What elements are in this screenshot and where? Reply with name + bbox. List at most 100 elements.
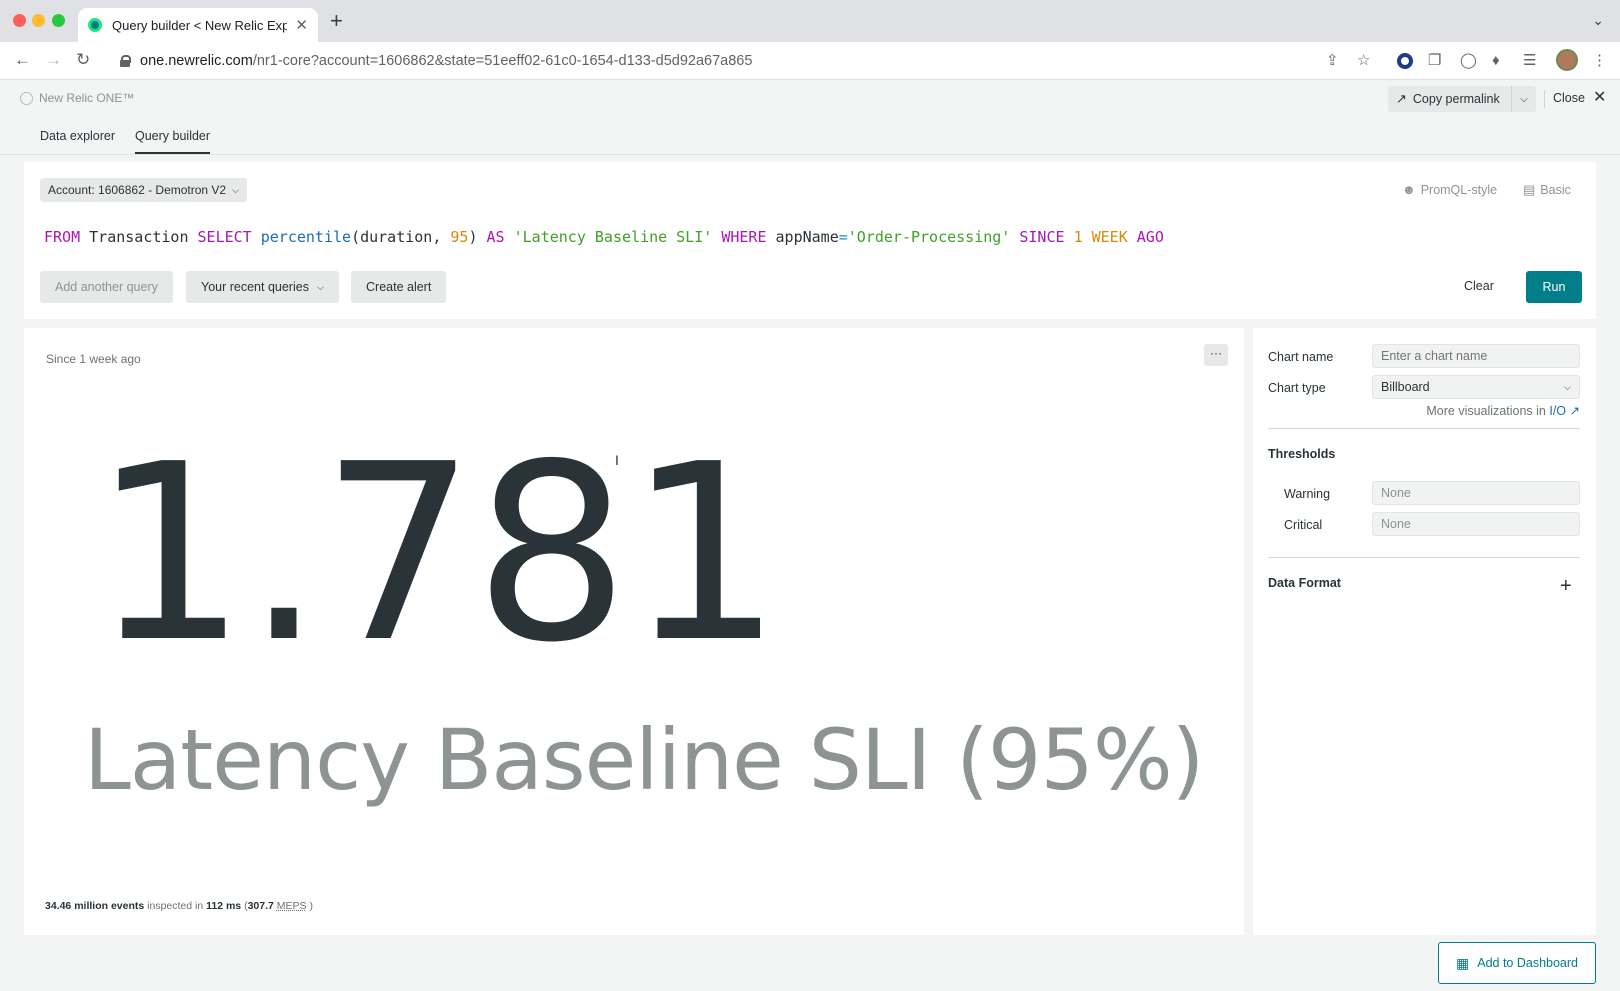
app-tabs: Data explorer Query builder — [0, 121, 1620, 155]
recent-queries-label: Your recent queries — [201, 280, 309, 294]
chart-type-value: Billboard — [1381, 380, 1430, 394]
chart-name-input[interactable] — [1372, 344, 1580, 368]
io-link[interactable]: I/O — [1549, 404, 1566, 418]
events-count: 34.46 million events — [45, 900, 145, 912]
reload-icon[interactable]: ↻ — [76, 50, 90, 70]
chart-name-label: Chart name — [1268, 350, 1334, 364]
newrelic-logo-icon — [20, 91, 33, 105]
promql-icon: ☻ — [1402, 182, 1416, 197]
query-panel: Account: 1606862 - Demotron V2 ⌵ ☻ PromQ… — [24, 162, 1596, 319]
window-minimize-button[interactable] — [32, 14, 45, 27]
clear-button[interactable]: Clear — [1464, 279, 1494, 293]
chart-type-select[interactable]: Billboard ⌵ — [1372, 375, 1580, 399]
window-close-button[interactable] — [13, 14, 26, 27]
create-alert-label: Create alert — [366, 280, 432, 294]
copy-permalink-button[interactable]: ↗ Copy permalink — [1388, 86, 1512, 112]
bookmark-star-icon[interactable]: ☆ — [1357, 51, 1370, 71]
tab-search-icon[interactable]: ⌄ — [1592, 12, 1604, 29]
tok-alias: 'Latency Baseline SLI' — [513, 228, 713, 246]
permalink-dropdown-chevron-icon[interactable]: ⌵ — [1512, 94, 1536, 105]
account-label: Account: 1606862 - Demotron V2 — [48, 183, 227, 197]
new-tab-icon[interactable]: + — [330, 10, 343, 32]
add-to-dashboard-button[interactable]: ▦ Add to Dashboard — [1438, 942, 1596, 984]
nrql-query-editor[interactable]: FROM Transaction SELECT percentile(durat… — [44, 228, 1164, 246]
back-icon[interactable]: ← — [14, 50, 31, 70]
chart-config-panel: Chart name Chart type Billboard ⌵ More v… — [1253, 328, 1596, 935]
close-button[interactable]: Close ✕ — [1553, 89, 1607, 106]
brand: New Relic ONE™ — [20, 91, 134, 105]
extension-stack-icon[interactable]: ❐ — [1428, 51, 1441, 71]
account-dropdown[interactable]: Account: 1606862 - Demotron V2 ⌵ — [40, 178, 247, 202]
copy-permalink-label: Copy permalink — [1412, 92, 1500, 106]
add-another-query-button[interactable]: Add another query — [40, 271, 173, 303]
kw-as: AS — [486, 228, 505, 246]
kw-ago: AGO — [1136, 228, 1164, 246]
extensions-puzzle-icon[interactable]: ♦ — [1492, 51, 1500, 71]
more-visualizations: More visualizations in I/O ↗ — [1426, 403, 1580, 418]
tok-args: (duration, — [351, 228, 451, 246]
close-icon: ✕ — [1592, 89, 1607, 106]
tok-field: appName — [775, 228, 839, 246]
chevron-down-icon: ⌵ — [316, 281, 324, 292]
chart-panel: Since 1 week ago ··· 1.781 Latency Basel… — [24, 328, 1244, 935]
tok-pct: 95 — [450, 228, 469, 246]
media-control-icon[interactable]: ☰ — [1523, 51, 1536, 71]
close-label: Close — [1553, 91, 1585, 105]
tab-close-icon[interactable]: ✕ — [295, 16, 308, 34]
billboard-label: Latency Baseline SLI (95%) — [84, 711, 1204, 809]
kw-from: FROM — [44, 228, 81, 246]
extension-circle-icon[interactable] — [1397, 53, 1413, 69]
address-bar[interactable]: one.newrelic.com/nr1-core?account=160686… — [112, 47, 1348, 75]
add-another-query-label: Add another query — [55, 280, 158, 294]
recent-queries-dropdown[interactable]: Your recent queries ⌵ — [186, 271, 339, 303]
extension-chat-icon[interactable]: ◯ — [1460, 51, 1477, 71]
browser-menu-icon[interactable]: ⋮ — [1592, 51, 1607, 71]
external-link-icon: ↗ — [1396, 91, 1407, 106]
brand-name: New Relic ONE™ — [39, 91, 135, 105]
browser-tabbar: Query builder < New Relic Exp ✕ + ⌄ — [0, 0, 1620, 42]
tab-data-explorer[interactable]: Data explorer — [40, 129, 115, 152]
dashboard-icon: ▦ — [1456, 954, 1470, 971]
more-visualizations-text: More visualizations in — [1426, 404, 1546, 418]
expand-plus-icon[interactable]: + — [1560, 576, 1572, 596]
url-path: /nr1-core?account=1606862&state=51eeff02… — [252, 53, 753, 69]
external-link-icon: ↗ — [1569, 404, 1580, 418]
tok-func: percentile — [260, 228, 352, 246]
warning-threshold-value: None — [1381, 486, 1411, 500]
time-range-label: Since 1 week ago — [46, 352, 141, 366]
kw-select: SELECT — [197, 228, 252, 246]
url-host: one.newrelic.com — [140, 53, 253, 69]
tab-title: Query builder < New Relic Exp — [112, 17, 288, 33]
stats-close-paren: ) — [309, 900, 313, 912]
lock-icon — [120, 55, 131, 67]
divider — [1268, 557, 1580, 558]
profile-avatar[interactable] — [1556, 49, 1578, 71]
forward-icon[interactable]: → — [45, 50, 62, 70]
browser-toolbar: ← → ↻ one.newrelic.com/nr1-core?account=… — [0, 42, 1620, 80]
kw-where: WHERE — [721, 228, 767, 246]
create-alert-button[interactable]: Create alert — [351, 271, 447, 303]
tok-week: WEEK — [1091, 228, 1128, 246]
add-to-dashboard-label: Add to Dashboard — [1477, 956, 1578, 970]
basic-mode-toggle[interactable]: ▤ Basic — [1523, 182, 1571, 198]
warning-label: Warning — [1284, 487, 1331, 501]
warning-threshold-input[interactable]: None — [1372, 481, 1580, 505]
chart-more-menu-button[interactable]: ··· — [1204, 344, 1228, 366]
inspected-in-text: inspected in — [147, 900, 204, 912]
tok-table: Transaction — [89, 228, 189, 246]
billboard-value: 1.781 — [92, 412, 783, 696]
header-divider — [1544, 90, 1545, 108]
tok-eq: = — [838, 228, 848, 246]
window-zoom-button[interactable] — [52, 14, 65, 27]
browser-tab[interactable]: Query builder < New Relic Exp ✕ — [78, 8, 318, 42]
tab-query-builder[interactable]: Query builder — [135, 129, 211, 154]
promql-label: PromQL-style — [1420, 182, 1498, 197]
copy-permalink-group: ↗ Copy permalink ⌵ — [1388, 86, 1536, 112]
run-button[interactable]: Run — [1526, 271, 1582, 303]
data-format-heading: Data Format — [1268, 576, 1341, 590]
critical-threshold-input[interactable]: None — [1372, 512, 1580, 536]
meps-value: 307.7 — [247, 900, 274, 912]
share-icon[interactable]: ⇪ — [1326, 51, 1339, 71]
promql-mode-toggle[interactable]: ☻ PromQL-style — [1402, 182, 1497, 197]
kw-since: SINCE — [1019, 228, 1065, 246]
